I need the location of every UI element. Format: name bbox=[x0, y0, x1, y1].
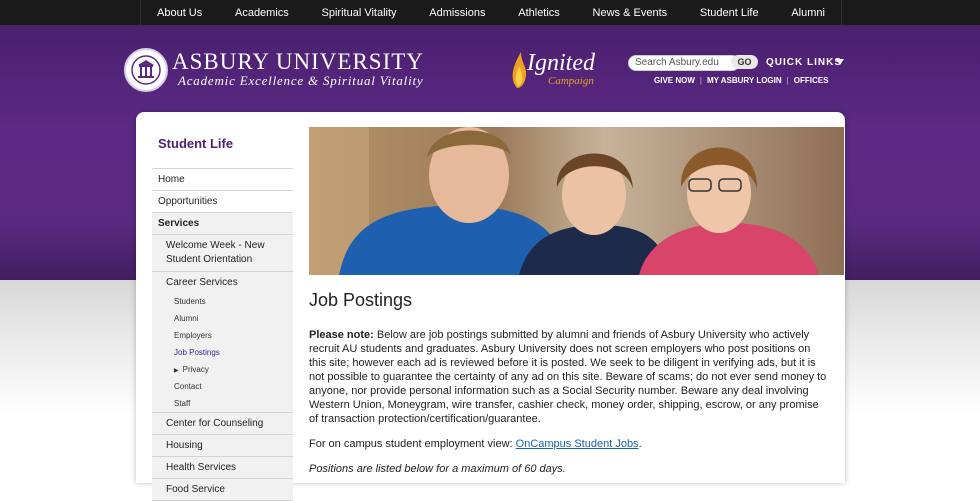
university-name[interactable]: ASBURY UNIVERSITY bbox=[172, 49, 424, 75]
sidebar-item-staff[interactable]: Staff bbox=[152, 395, 293, 413]
page-title: Job Postings bbox=[309, 290, 413, 310]
sidebar-item-privacy[interactable]: ▶ Privacy bbox=[152, 361, 293, 378]
sidebar: Student Life Home Opportunities Services… bbox=[152, 130, 293, 501]
oncampus-jobs-link[interactable]: OnCampus Student Jobs bbox=[516, 438, 639, 450]
sidebar-item-job-postings[interactable]: Job Postings bbox=[152, 344, 293, 361]
ignited-campaign-title[interactable]: Ignited bbox=[527, 50, 595, 77]
campus-jobs-suffix: . bbox=[638, 438, 642, 450]
sidebar-item-students[interactable]: Students bbox=[152, 293, 293, 310]
university-seal-icon[interactable] bbox=[124, 48, 168, 92]
sidebar-item-opportunities[interactable]: Opportunities bbox=[152, 191, 293, 213]
nav-academics[interactable]: Academics bbox=[219, 7, 305, 19]
separator: | bbox=[786, 76, 789, 85]
triangle-right-icon: ▶ bbox=[174, 368, 179, 374]
nav-admissions[interactable]: Admissions bbox=[413, 7, 501, 19]
university-tagline: Academic Excellence & Spiritual Vitality bbox=[178, 73, 424, 88]
nav-alumni[interactable]: Alumni bbox=[775, 7, 841, 19]
nav-athletics[interactable]: Athletics bbox=[502, 7, 576, 19]
sidebar-item-label: Privacy bbox=[182, 365, 209, 374]
sidebar-item-contact[interactable]: Contact bbox=[152, 378, 293, 395]
give-now-link[interactable]: GIVE NOW bbox=[654, 76, 695, 85]
campus-jobs-prefix: For on campus student employment view: bbox=[309, 438, 516, 450]
sidebar-item-counseling[interactable]: Center for Counseling bbox=[152, 413, 293, 435]
sidebar-item-alumni[interactable]: Alumni bbox=[152, 310, 293, 327]
sidebar-item-health-services[interactable]: Health Services bbox=[152, 457, 293, 479]
sidebar-title[interactable]: Student Life bbox=[158, 136, 293, 152]
my-asbury-login-link[interactable]: MY ASBURY LOGIN bbox=[707, 76, 782, 85]
sidebar-item-employers[interactable]: Employers bbox=[152, 327, 293, 344]
sidebar-item-career-services[interactable]: Career Services bbox=[152, 272, 293, 293]
sidebar-item-housing[interactable]: Housing bbox=[152, 435, 293, 457]
quick-links-button[interactable]: QUICK LINKS bbox=[766, 57, 842, 68]
main-content: Job Postings Please note: Below are job … bbox=[309, 288, 829, 487]
top-nav-list: About Us Academics Spiritual Vitality Ad… bbox=[140, 0, 842, 25]
utility-links: GIVE NOW | MY ASBURY LOGIN | OFFICES bbox=[654, 76, 828, 85]
campus-jobs-paragraph: For on campus student employment view: O… bbox=[309, 437, 829, 451]
sidebar-item-services[interactable]: Services bbox=[152, 213, 293, 235]
notice-label: Please note: bbox=[309, 329, 374, 341]
nav-spiritual-vitality[interactable]: Spiritual Vitality bbox=[306, 7, 413, 19]
nav-student-life[interactable]: Student Life bbox=[684, 7, 775, 19]
notice-text: Below are job postings submitted by alum… bbox=[309, 329, 827, 425]
sidebar-item-food-service[interactable]: Food Service bbox=[152, 479, 293, 501]
nav-about-us[interactable]: About Us bbox=[141, 7, 218, 19]
notice-paragraph: Please note: Below are job postings subm… bbox=[309, 328, 829, 426]
search-go-button[interactable]: GO bbox=[731, 55, 758, 69]
top-navigation: About Us Academics Spiritual Vitality Ad… bbox=[0, 0, 980, 25]
sidebar-item-home[interactable]: Home bbox=[152, 169, 293, 191]
search-input[interactable]: Search Asbury.edu bbox=[628, 55, 740, 71]
offices-link[interactable]: OFFICES bbox=[794, 76, 829, 85]
listing-duration-note: Positions are listed below for a maximum… bbox=[309, 463, 566, 475]
sidebar-item-welcome-week[interactable]: Welcome Week - New Student Orientation bbox=[152, 235, 293, 272]
ignited-campaign-subtitle: Campaign bbox=[548, 75, 594, 87]
students-hero-image bbox=[309, 127, 844, 275]
separator: | bbox=[699, 76, 702, 85]
nav-news-events[interactable]: News & Events bbox=[577, 7, 684, 19]
chevron-down-icon[interactable] bbox=[836, 59, 844, 65]
